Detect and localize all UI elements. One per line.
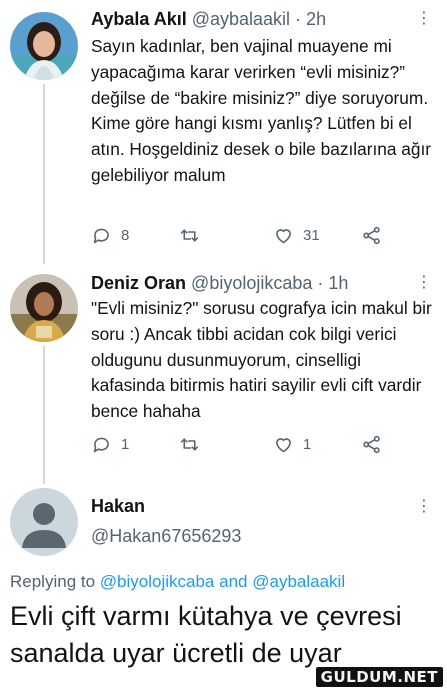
like-button[interactable]: 1 (273, 432, 311, 456)
more-icon[interactable]: ⋮ (415, 272, 433, 294)
retweet-icon (180, 437, 199, 451)
tweet-text: Sayın kadınlar, ben vajinal muayene mi y… (91, 36, 432, 185)
retweet-button[interactable] (179, 223, 209, 247)
thread-line (43, 346, 45, 484)
reply-author-handle[interactable]: @Hakan67656293 (91, 526, 241, 547)
author-name[interactable]: Deniz Oran (91, 273, 186, 293)
author-handle[interactable]: @biyolojikcaba (191, 273, 312, 293)
tweet-header: Deniz Oran @biyolojikcaba · 1h (91, 272, 348, 294)
reply-count: 1 (121, 435, 130, 453)
avatar-hakan[interactable] (10, 488, 78, 556)
reply-button[interactable]: 8 (91, 223, 129, 247)
more-icon[interactable]: ⋮ (415, 496, 433, 518)
watermark-logo: GULDUM.NET (315, 667, 443, 687)
tweet-actions: 8 31 (91, 223, 391, 247)
thread-line (43, 84, 45, 264)
author-handle[interactable]: @aybalaakil (192, 9, 290, 29)
replying-prefix: Replying to (10, 572, 96, 591)
mention-biyolojikcaba[interactable]: @biyolojikcaba (100, 572, 215, 591)
author-name[interactable]: Aybala Akıl (91, 9, 187, 29)
reply-count: 8 (121, 226, 130, 244)
tweet-deniz[interactable]: Deniz Oran @biyolojikcaba · 1h ⋮ "Evli m… (0, 262, 447, 484)
reply-icon (93, 228, 109, 243)
separator-dot: · (317, 273, 324, 293)
like-button[interactable]: 31 (273, 223, 320, 247)
retweet-icon (180, 228, 199, 242)
share-button[interactable] (361, 432, 382, 456)
like-count: 1 (303, 435, 312, 453)
tweet-aybala[interactable]: Aybala Akıl @aybalaakil · 2h ⋮ Sayın kad… (0, 0, 447, 264)
tweet-time[interactable]: 2h (306, 9, 326, 29)
tweet-time[interactable]: 1h (328, 273, 348, 293)
avatar-deniz[interactable] (10, 274, 78, 342)
more-icon[interactable]: ⋮ (415, 8, 433, 30)
share-icon (363, 435, 380, 453)
like-count: 31 (303, 226, 320, 244)
replying-to: Replying to @biyolojikcaba and @aybalaak… (10, 572, 345, 592)
tweet-actions: 1 1 (91, 432, 391, 456)
reply-author-name[interactable]: Hakan (91, 496, 145, 517)
separator-dot: · (295, 9, 302, 29)
replying-and: and (219, 572, 248, 591)
tweet-text: "Evli misiniz?" sorusu cografya icin mak… (91, 298, 432, 422)
share-icon (363, 226, 380, 244)
reply-button[interactable]: 1 (91, 432, 129, 456)
heart-icon (276, 228, 291, 243)
reply-text: Evli çift varmı kütahya ve çevresi sanal… (10, 601, 402, 668)
mention-aybalaakil[interactable]: @aybalaakil (252, 572, 345, 591)
heart-icon (276, 437, 291, 452)
avatar-aybala[interactable] (10, 12, 78, 80)
tweet-header: Aybala Akıl @aybalaakil · 2h (91, 8, 326, 30)
retweet-button[interactable] (179, 432, 209, 456)
share-button[interactable] (361, 223, 382, 247)
reply-icon (93, 437, 109, 452)
